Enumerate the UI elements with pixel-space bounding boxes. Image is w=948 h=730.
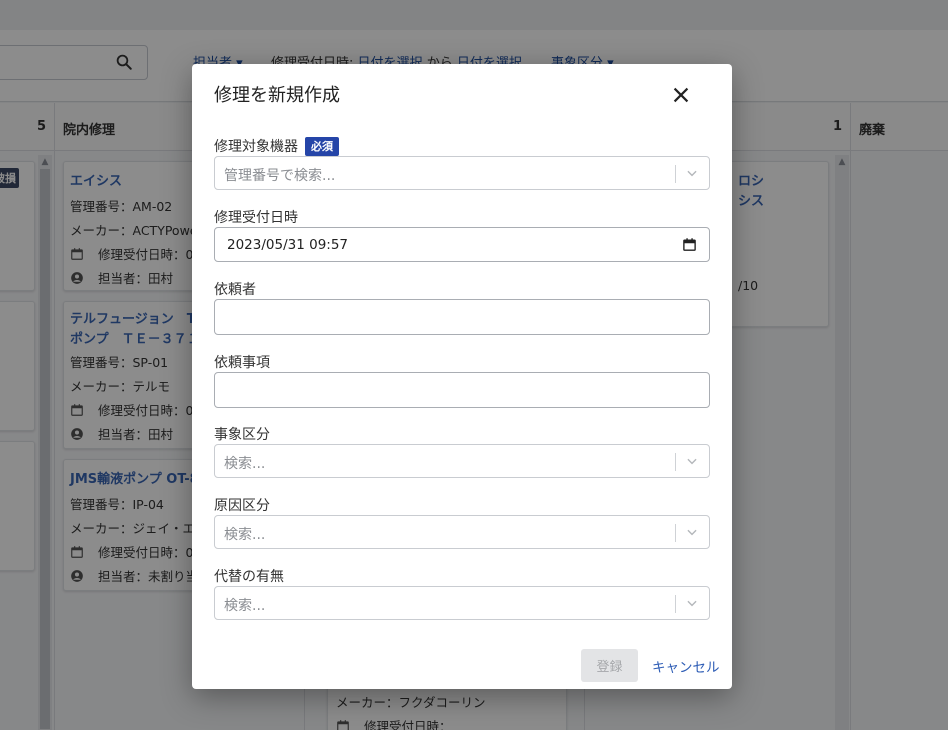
substitute-select[interactable]: 検索... bbox=[214, 586, 710, 620]
received-at-label: 修理受付日時 bbox=[214, 210, 298, 226]
device-select[interactable]: 管理番号で検索... bbox=[214, 156, 710, 190]
chevron-down-icon[interactable] bbox=[685, 454, 699, 468]
cause-category-select[interactable]: 検索... bbox=[214, 515, 710, 549]
close-icon[interactable] bbox=[670, 84, 692, 106]
cause-category-label: 原因区分 bbox=[214, 498, 270, 514]
select-separator bbox=[675, 453, 676, 471]
received-at-input[interactable]: 2023/05/31 09:57 bbox=[214, 227, 710, 262]
request-detail-label: 依頼事項 bbox=[214, 355, 270, 371]
event-category-placeholder: 検索... bbox=[224, 456, 266, 472]
cause-category-placeholder: 検索... bbox=[224, 527, 266, 543]
received-at-value: 2023/05/31 09:57 bbox=[227, 237, 349, 253]
substitute-label: 代替の有無 bbox=[214, 569, 284, 585]
calendar-icon[interactable] bbox=[682, 237, 697, 252]
device-select-placeholder: 管理番号で検索... bbox=[224, 168, 336, 184]
select-separator bbox=[675, 524, 676, 542]
dialog-title: 修理を新規作成 bbox=[214, 85, 340, 106]
select-separator bbox=[675, 595, 676, 613]
device-label: 修理対象機器 必須 bbox=[214, 136, 339, 156]
cancel-button[interactable]: キャンセル bbox=[648, 649, 723, 682]
submit-button[interactable]: 登録 bbox=[581, 649, 638, 682]
event-category-select[interactable]: 検索... bbox=[214, 444, 710, 478]
requester-input[interactable] bbox=[214, 299, 710, 335]
device-label-text: 修理対象機器 bbox=[214, 139, 298, 155]
request-detail-input[interactable] bbox=[214, 372, 710, 408]
requester-label: 依頼者 bbox=[214, 282, 256, 298]
select-separator bbox=[675, 165, 676, 183]
substitute-placeholder: 検索... bbox=[224, 598, 266, 614]
create-repair-dialog: 修理を新規作成 修理対象機器 必須 管理番号で検索... 修理受付日時 2023/… bbox=[192, 64, 732, 689]
event-category-label: 事象区分 bbox=[214, 427, 270, 443]
chevron-down-icon[interactable] bbox=[685, 596, 699, 610]
required-badge: 必須 bbox=[305, 137, 339, 156]
chevron-down-icon[interactable] bbox=[685, 166, 699, 180]
chevron-down-icon[interactable] bbox=[685, 525, 699, 539]
